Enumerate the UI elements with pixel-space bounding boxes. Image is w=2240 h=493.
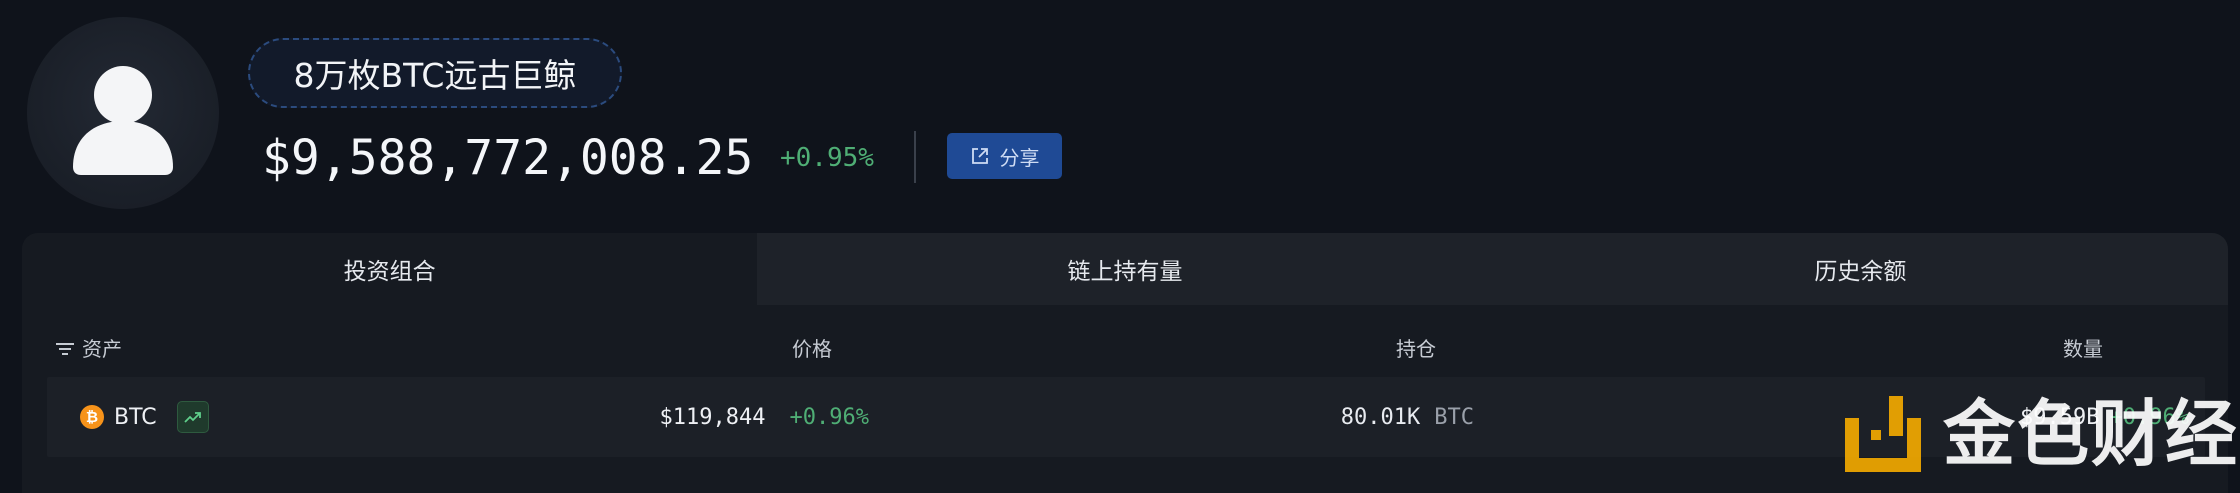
watermark-text: 金色财经 bbox=[1943, 392, 2240, 476]
asset-symbol: BTC bbox=[114, 404, 157, 430]
asset-cell: ₿ BTC bbox=[80, 377, 209, 457]
holding-value: 80.01K bbox=[1340, 404, 1421, 430]
filter-icon bbox=[56, 343, 74, 355]
price-change: +0.96% bbox=[789, 404, 869, 430]
jinse-logo-icon bbox=[1845, 396, 1921, 472]
total-value: $9,588,772,008.25 bbox=[262, 130, 754, 186]
divider bbox=[914, 131, 916, 183]
holding-cell: 80.01K BTC bbox=[1341, 377, 1474, 457]
avatar bbox=[27, 17, 219, 209]
tab-bar: 投资组合 链上持有量 历史余额 bbox=[22, 233, 2228, 305]
total-change: +0.95% bbox=[780, 143, 874, 173]
trend-chart-button[interactable] bbox=[176, 401, 209, 433]
share-label: 分享 bbox=[999, 145, 1040, 170]
tab-balance-history[interactable]: 历史余额 bbox=[1492, 233, 2228, 305]
tab-onchain-holdings[interactable]: 链上持有量 bbox=[757, 233, 1493, 305]
price-value: $119,844 bbox=[659, 404, 766, 430]
watermark: 金色财经 bbox=[1845, 394, 2239, 474]
tab-label: 链上持有量 bbox=[1067, 259, 1183, 285]
bitcoin-icon: ₿ bbox=[80, 405, 104, 429]
tab-label: 历史余额 bbox=[1814, 259, 1907, 285]
trending-up-icon bbox=[183, 412, 201, 423]
user-icon bbox=[73, 66, 173, 175]
wallet-label-text: 8万枚BTC远古巨鲸 bbox=[293, 56, 577, 95]
share-button[interactable]: 分享 bbox=[947, 133, 1062, 179]
holding-unit: BTC bbox=[1434, 404, 1474, 430]
wallet-label: 8万枚BTC远古巨鲸 bbox=[248, 38, 622, 108]
tab-portfolio[interactable]: 投资组合 bbox=[22, 233, 758, 305]
external-link-icon bbox=[971, 148, 988, 164]
price-cell: $119,844 +0.96% bbox=[660, 377, 869, 457]
tab-label: 投资组合 bbox=[343, 259, 436, 285]
